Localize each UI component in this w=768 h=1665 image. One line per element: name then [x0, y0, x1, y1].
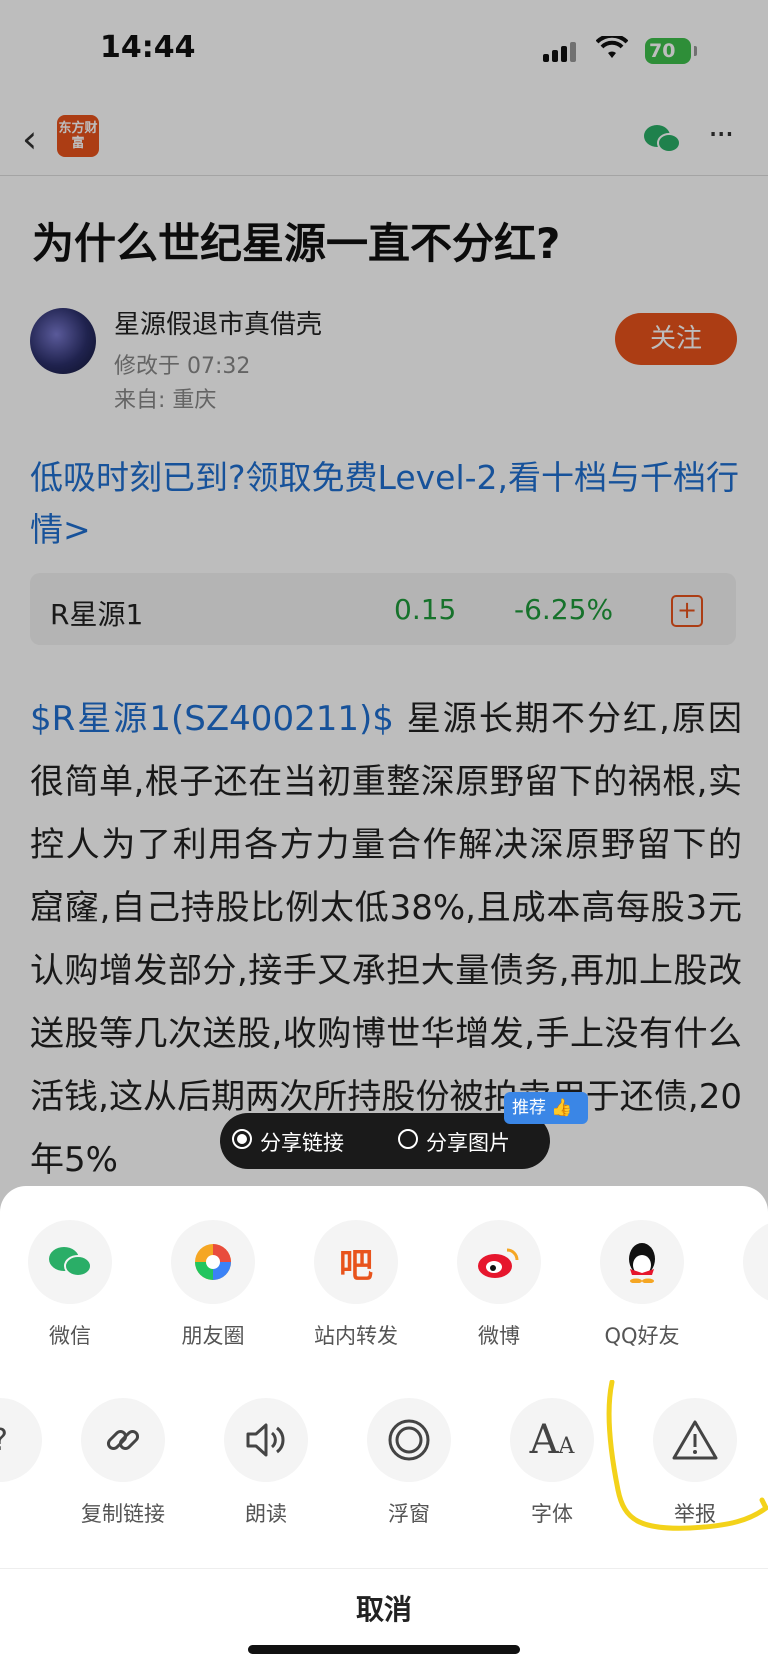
home-indicator — [248, 1645, 520, 1654]
link-icon — [106, 1429, 140, 1451]
copy-link-button[interactable]: 复制链接 — [58, 1398, 188, 1528]
float-window-button[interactable]: 浮窗 — [344, 1398, 474, 1528]
highlight-scribble — [606, 1380, 768, 1531]
share-item-label: 朋友圈 — [181, 1324, 245, 1348]
share-link-label[interactable]: 分享链接 — [260, 1127, 344, 1157]
divider — [0, 1568, 768, 1569]
share-link-radio[interactable] — [232, 1129, 252, 1149]
share-partial-item[interactable]: ? — [0, 1398, 65, 1482]
moments-icon — [195, 1244, 231, 1280]
share-image-label[interactable]: 分享图片 — [426, 1127, 510, 1157]
share-image-radio[interactable] — [398, 1129, 418, 1149]
share-item-label: QQ好友 — [604, 1324, 680, 1348]
share-item-label: 朗读 — [245, 1502, 287, 1526]
share-moments[interactable]: 朋友圈 — [148, 1220, 278, 1350]
share-repost[interactable]: 吧 站内转发 — [291, 1220, 421, 1350]
share-item-label: 字体 — [531, 1502, 573, 1526]
partial-icon: ? — [0, 1423, 8, 1458]
share-item-label: 浮窗 — [388, 1502, 430, 1526]
read-aloud-button[interactable]: 朗读 — [201, 1398, 331, 1528]
speaker-icon — [246, 1423, 285, 1457]
font-icon: AA — [529, 1417, 575, 1463]
font-size-button[interactable]: AA 字体 — [487, 1398, 617, 1528]
share-wechat[interactable]: 微信 — [5, 1220, 135, 1350]
repost-icon: 吧 — [339, 1245, 373, 1286]
share-item-label: 站内转发 — [314, 1324, 398, 1348]
cancel-button[interactable]: 取消 — [0, 1588, 768, 1628]
float-window-icon — [388, 1419, 430, 1461]
article-page: 14:44 70 ‹ 东方财富 ··· 为什么世纪星源一直不分红? 星源假退市真… — [0, 0, 768, 1665]
qq-icon — [629, 1243, 655, 1283]
share-qzone[interactable]: ★ QQ — [720, 1220, 768, 1344]
share-item-label: 复制链接 — [81, 1502, 165, 1526]
share-qq[interactable]: QQ好友 — [577, 1220, 707, 1350]
share-item-label: QQ — [720, 1320, 768, 1344]
share-item-label: 微博 — [478, 1324, 520, 1348]
share-weibo[interactable]: 微博 — [434, 1220, 564, 1350]
share-item-label: 微信 — [49, 1324, 91, 1348]
share-mode-toggle: 分享链接 分享图片 — [220, 1113, 550, 1169]
recommend-badge[interactable]: 推荐 👍 — [504, 1092, 588, 1124]
recommend-label: 推荐 — [512, 1098, 546, 1118]
weibo-icon — [478, 1248, 519, 1278]
wechat-icon — [49, 1247, 92, 1277]
